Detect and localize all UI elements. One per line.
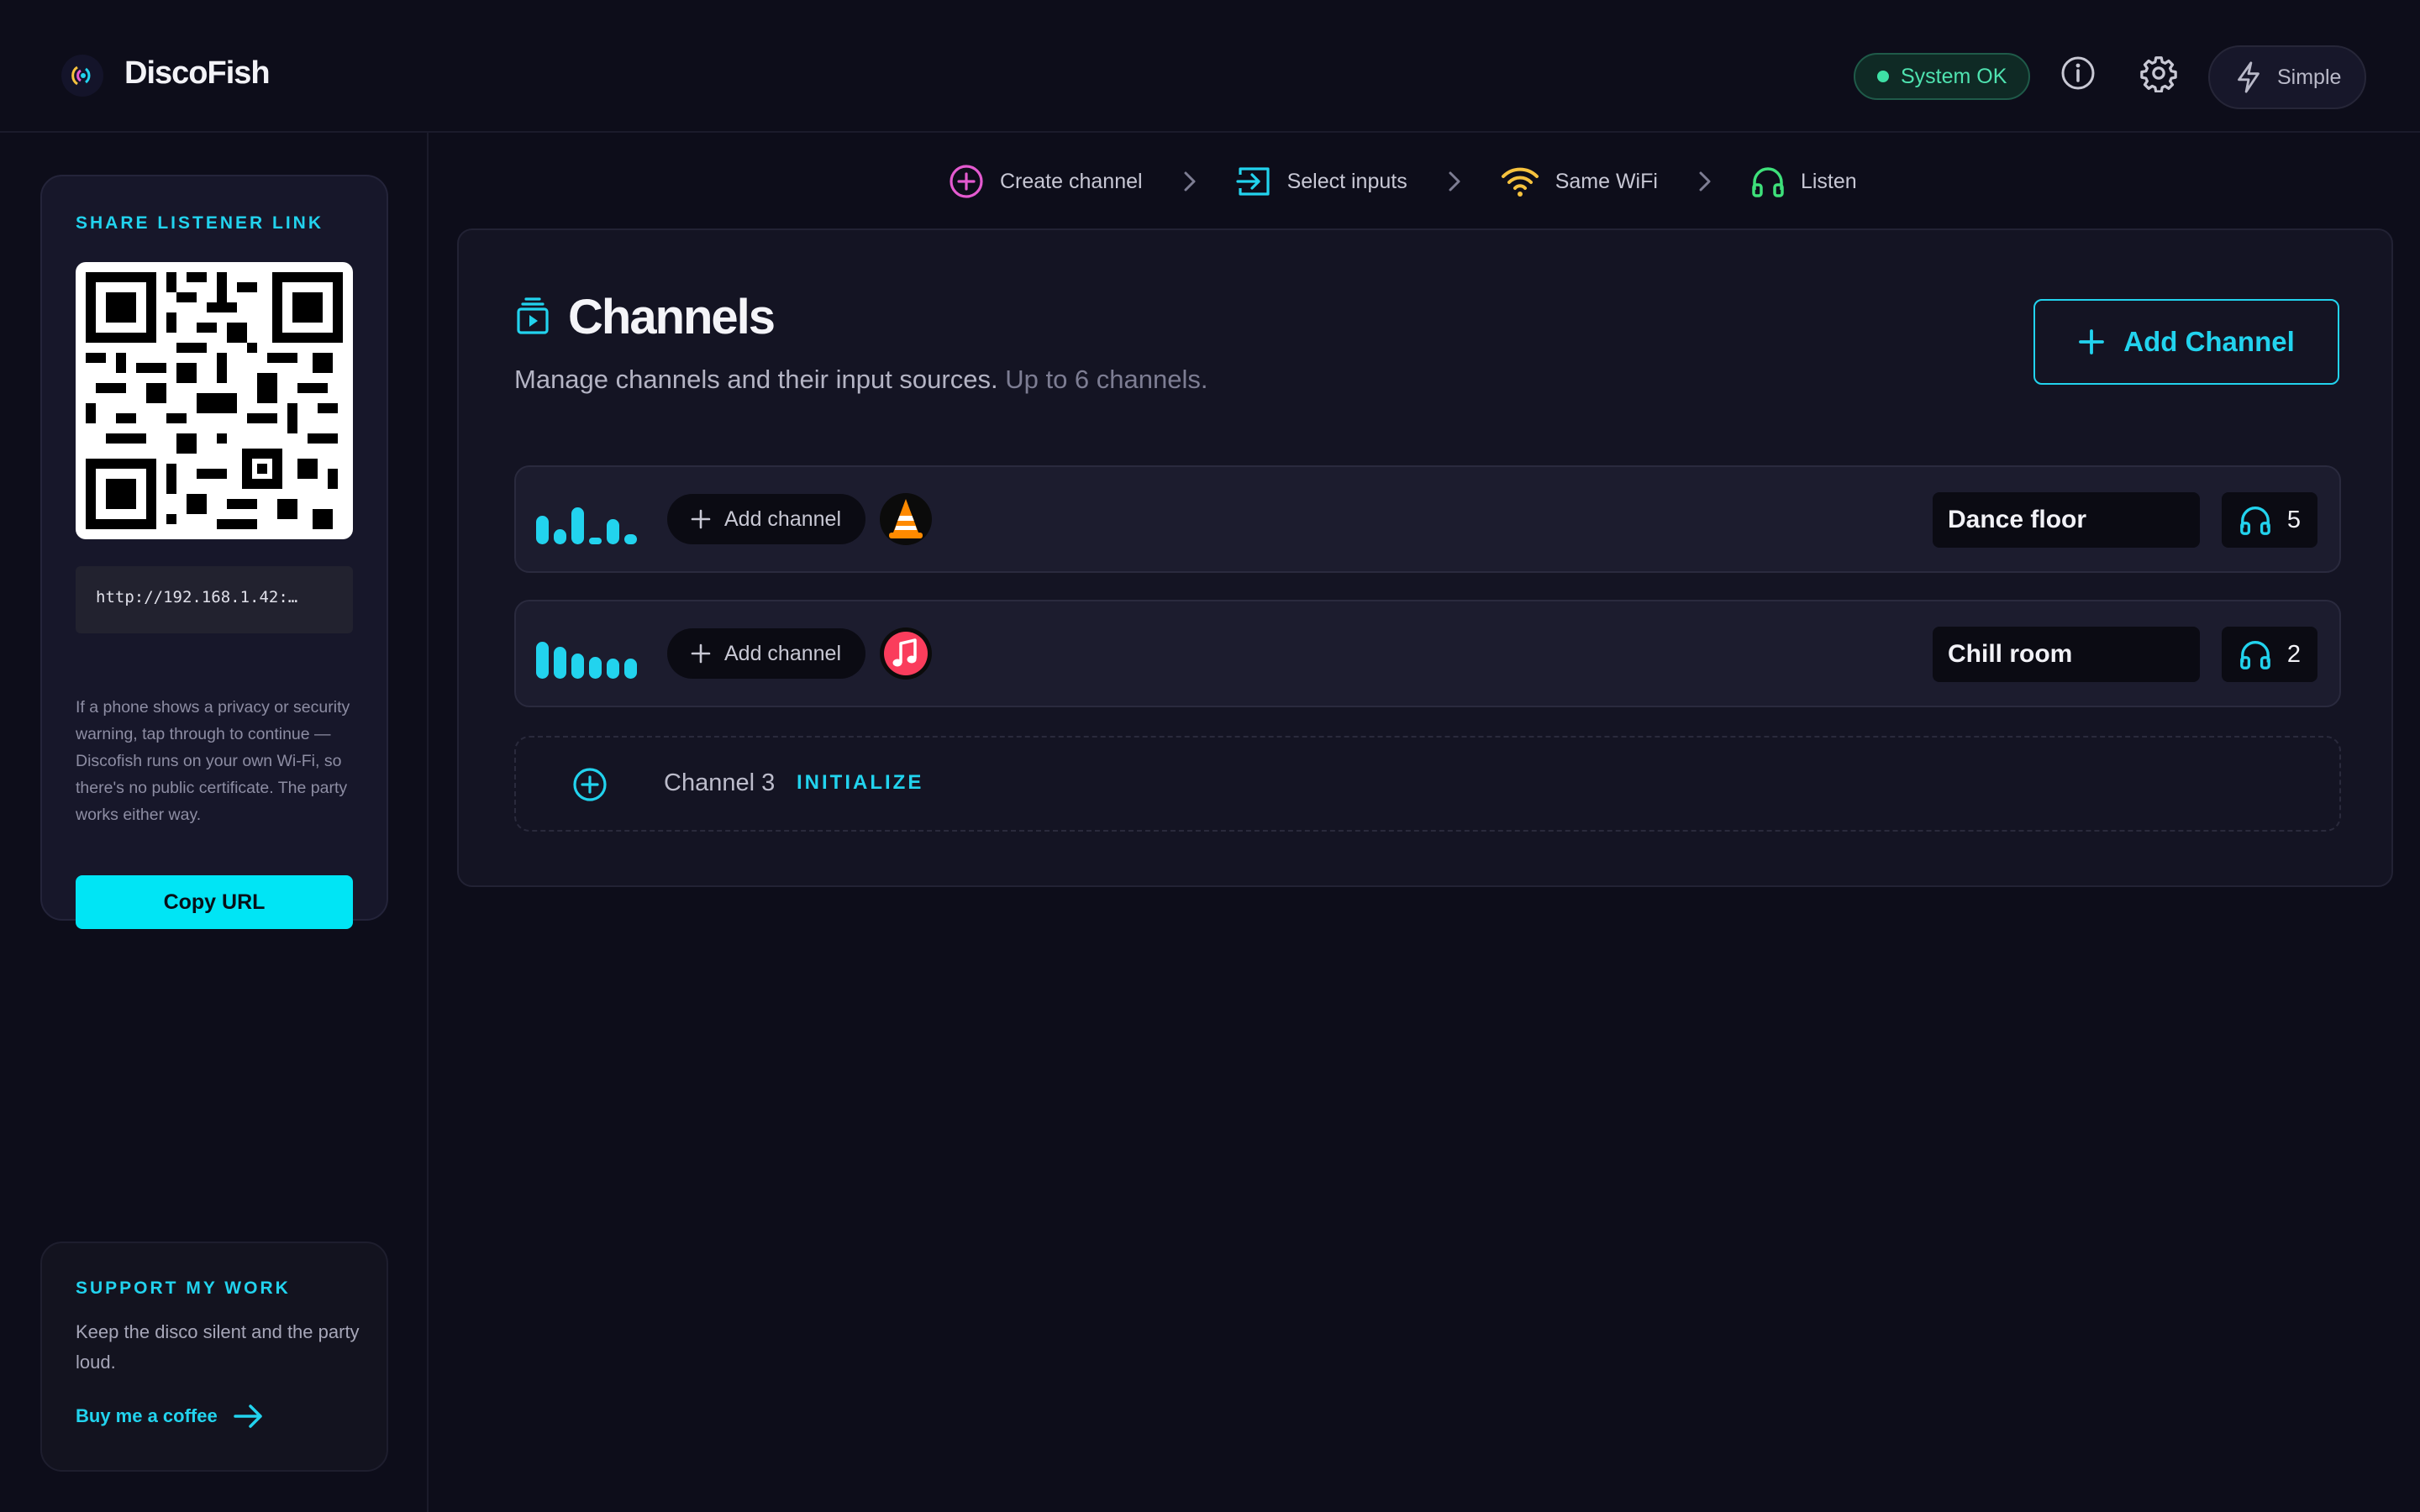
settings-button[interactable] [2138, 52, 2180, 94]
channel-limit-text: Up to 6 channels. [1005, 365, 1208, 394]
headphones-icon [2240, 507, 2270, 535]
add-input-label: Add channel [724, 641, 842, 665]
buy-coffee-link[interactable]: Buy me a coffee [76, 1403, 265, 1430]
headphones-icon [2240, 641, 2270, 669]
support-heading: SUPPORT MY WORK [76, 1278, 291, 1298]
mode-toggle-button[interactable]: Simple [2208, 45, 2366, 109]
info-button[interactable] [2057, 52, 2099, 94]
step-label: Create channel [1000, 169, 1143, 193]
share-heading: SHARE LISTENER LINK [76, 213, 324, 233]
listener-count: 2 [2286, 640, 2302, 668]
channels-panel: Channels Manage channels and their input… [457, 228, 2393, 887]
listener-url-field[interactable]: http://192.168.1.42:… [76, 566, 353, 633]
plus-circle-icon [950, 165, 983, 198]
add-input-label: Add channel [724, 507, 842, 531]
add-channel-button[interactable]: Add Channel [2033, 299, 2339, 385]
audio-level-meter [536, 638, 637, 679]
copy-url-button[interactable]: Copy URL [76, 875, 353, 929]
share-listener-card: SHARE LISTENER LINK http://192.168.1.42:… [40, 175, 388, 929]
step-label: Same WiFi [1555, 169, 1658, 193]
app-name: DiscoFish [124, 55, 271, 91]
empty-channel-slot: Channel 3 INITIALIZE [514, 736, 2341, 832]
add-input-button[interactable]: Add channel [667, 494, 865, 544]
step-select-inputs[interactable]: Select inputs [1235, 165, 1407, 198]
status-dot-icon [1877, 71, 1889, 82]
audio-level-meter [536, 504, 637, 544]
channel-stack-icon [517, 297, 549, 334]
step-listen[interactable]: Listen [1750, 165, 1857, 198]
listener-count-badge: 2 [2222, 627, 2317, 682]
vlc-icon[interactable] [879, 492, 933, 546]
empty-channel-label: Channel 3 [664, 769, 776, 796]
top-bar: DiscoFish System OK Simple [0, 0, 2420, 133]
add-input-button[interactable]: Add channel [667, 628, 865, 679]
plus-circle-icon[interactable] [571, 766, 608, 803]
channel-row: Add channel Chill room 2 [514, 600, 2341, 707]
security-warning-hint: If a phone shows a privacy or security w… [76, 698, 350, 824]
sidebar: SHARE LISTENER LINK http://192.168.1.42:… [0, 133, 429, 1512]
add-channel-label: Add Channel [2123, 326, 2295, 357]
setup-steps: Create channel Select inputs Same WiFi L… [948, 160, 1857, 203]
page-subtitle: Manage channels and their input sources.… [514, 365, 1207, 395]
listener-count: 5 [2286, 506, 2302, 533]
input-icon [1235, 167, 1270, 196]
plus-icon [691, 643, 711, 664]
mode-label: Simple [2277, 65, 2342, 89]
chevron-right-icon [1183, 171, 1197, 192]
plus-icon [2079, 329, 2105, 354]
qr-code [76, 262, 353, 539]
initialize-button[interactable]: INITIALIZE [797, 771, 923, 795]
headphones-icon [1752, 167, 1784, 197]
bolt-icon [2238, 61, 2260, 93]
channel-name-input[interactable]: Chill room [1933, 627, 2200, 682]
gear-icon [2140, 56, 2177, 92]
apple-music-icon[interactable] [879, 627, 933, 680]
plus-icon [691, 509, 711, 529]
chevron-right-icon [1448, 171, 1461, 192]
status-text: System OK [1901, 64, 2007, 88]
subtitle-text: Manage channels and their input sources. [514, 365, 998, 394]
info-icon [2061, 56, 2095, 90]
step-create-channel[interactable]: Create channel [948, 163, 1143, 200]
step-same-wifi[interactable]: Same WiFi [1500, 165, 1658, 198]
buy-coffee-label: Buy me a coffee [76, 1405, 218, 1426]
chevron-right-icon [1698, 171, 1712, 192]
system-status-badge[interactable]: System OK [1854, 53, 2030, 100]
listener-count-badge: 5 [2222, 492, 2317, 548]
qr-code-icon [86, 272, 343, 529]
page-title: Channels [568, 290, 776, 344]
channel-name-input[interactable]: Dance floor [1933, 492, 2200, 548]
support-card: SUPPORT MY WORK Keep the disco silent an… [40, 1242, 388, 1472]
step-label: Select inputs [1286, 169, 1407, 193]
step-label: Listen [1800, 169, 1857, 193]
channel-row: Add channel Dance floor 5 [514, 465, 2341, 573]
discofish-logo-icon [61, 55, 103, 97]
support-text: Keep the disco silent and the party loud… [76, 1321, 360, 1373]
wifi-icon [1501, 167, 1539, 197]
arrow-right-icon [233, 1404, 262, 1428]
